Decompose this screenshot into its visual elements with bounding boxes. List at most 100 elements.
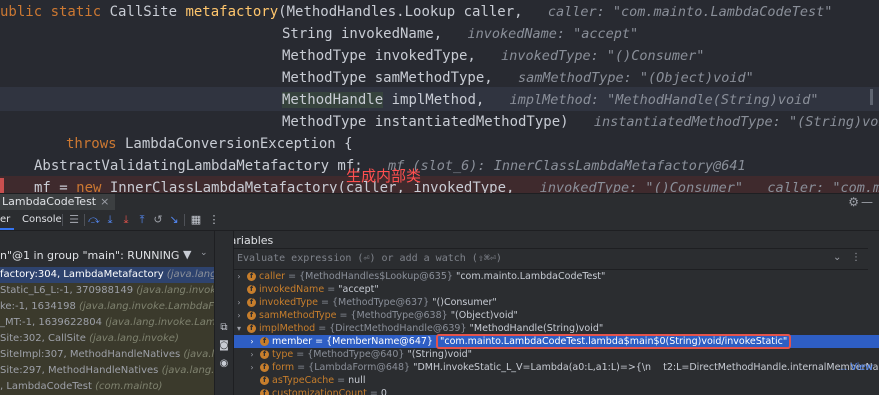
expand-right-icon[interactable]: › xyxy=(234,309,244,322)
variable-row[interactable]: › f samMethodType = {MethodType@638} "(Obj… xyxy=(234,309,879,322)
variable-text: samMethodType = {MethodType@638} "(Objec… xyxy=(259,309,518,322)
variable-text: asTypeCache = null xyxy=(272,374,365,387)
variable-type: = {LambdaForm@648} xyxy=(294,362,414,373)
close-icon[interactable]: × xyxy=(100,195,109,208)
variable-name: type xyxy=(272,349,294,360)
frames-panel: n"@1 in group "main": RUNNING ▼ ⌄ factor… xyxy=(0,231,215,395)
evaluate-expression-input[interactable]: › Evaluate expression (⏎) or add a watch… xyxy=(234,248,868,270)
stack-frame-row[interactable]: SiteImpl:307, MethodHandleNatives (java.… xyxy=(0,347,214,363)
stack-frame-row[interactable]: _MT:-1, 1639622804 (java.lang.invoke.Lam… xyxy=(0,315,214,331)
tab-console[interactable]: Console xyxy=(22,210,62,230)
variable-value: 0 xyxy=(380,388,387,395)
field-icon: f xyxy=(247,311,256,320)
force-step-into-icon[interactable]: ⤓ xyxy=(118,211,134,229)
frame-package: (java.lang.invoke.LambdaForm$ xyxy=(136,285,214,296)
tab-debugger[interactable]: er xyxy=(0,210,14,230)
frame-method: factory:304, LambdaMetafactory xyxy=(0,269,167,280)
inline-hint: implMethod: "MethodHandle(String)void" xyxy=(509,92,819,108)
variable-value: "com.mainto.LambdaCodeTest" xyxy=(455,271,606,282)
stack-frame-row[interactable]: Site:297, MethodHandleNatives (java.lang… xyxy=(0,363,214,379)
chevron-down-icon[interactable]: ⌄ xyxy=(200,248,208,258)
expand-right-icon[interactable]: › xyxy=(247,335,257,348)
inline-hint: mf (slot_6): InnerClassLambdaMetafactory… xyxy=(388,158,746,174)
error-marker xyxy=(0,178,4,193)
code-line-3: MethodType invokedType, invokedType: "()… xyxy=(282,45,704,67)
list-icon[interactable]: ☰ xyxy=(66,211,82,229)
variable-name: asTypeCache xyxy=(272,375,335,386)
eye-icon[interactable]: ◉ xyxy=(217,357,231,371)
field-icon: f xyxy=(247,298,256,307)
more-icon[interactable]: ⋮ xyxy=(206,211,222,229)
code-text: MethodType instantiatedMethodType) xyxy=(282,114,569,130)
stack-frame-row[interactable]: factory:304, LambdaMetafactory (java.lan… xyxy=(0,267,214,283)
variable-row[interactable]: › f form = {LambdaForm@648} "DMH.invokeSta… xyxy=(234,361,879,374)
expand-down-icon[interactable]: ▾ xyxy=(234,322,244,335)
stack-frame-row[interactable]: ke:-1, 1634198 (java.lang.invoke.LambdaF… xyxy=(0,299,214,315)
minimize-icon[interactable]: — xyxy=(861,194,873,210)
frame-package: (java.lang.invoke.LambdaForm xyxy=(105,317,214,328)
variable-text: type = {MethodType@640} "(String)void" xyxy=(272,348,472,361)
stack-frame-row[interactable]: , LambdaCodeTest (com.mainto) xyxy=(0,379,214,395)
variable-row[interactable]: › f type = {MethodType@640} "(String)void" xyxy=(234,348,879,361)
filter-icon[interactable]: ▼ xyxy=(183,248,191,261)
toolbar-divider xyxy=(62,214,63,226)
variables-title: Variables xyxy=(234,234,274,247)
expand-right-icon[interactable]: › xyxy=(234,270,244,283)
code-text: implMethod, xyxy=(383,92,485,108)
variable-text: invokedType = {MethodType@637} "()Consum… xyxy=(259,296,497,309)
expand-right-icon[interactable]: › xyxy=(247,361,257,374)
step-out-icon[interactable]: ⤒ xyxy=(134,211,150,229)
frame-package: (java.lang.invoke) xyxy=(166,269,214,280)
method-name: metafactory xyxy=(185,4,279,20)
gear-icon[interactable]: ⚙ xyxy=(848,194,859,210)
frame-method: , LambdaCodeTest xyxy=(0,381,96,392)
code-keywords: ublic static xyxy=(0,4,110,20)
run-to-cursor-icon[interactable]: ↘ xyxy=(166,211,182,229)
frame-package: (java.lang.invoke.LambdaForm$BMH xyxy=(79,301,214,312)
variable-type: = {MethodType@640} xyxy=(293,349,408,360)
toolbar-divider xyxy=(84,214,85,226)
code-editor[interactable]: ublic static CallSite metafactory(Method… xyxy=(0,0,879,193)
camera-icon[interactable]: ◙ xyxy=(217,339,231,353)
drop-frame-icon[interactable]: ↺ xyxy=(150,211,166,229)
expand-right-icon[interactable]: › xyxy=(234,296,244,309)
variable-row[interactable]: › f member = {MemberName@647} "com.mainto.… xyxy=(234,334,879,349)
variable-row[interactable]: › f caller = {MethodHandles$Lookup@635} "c… xyxy=(234,270,879,283)
frame-package: (com.mainto) xyxy=(95,381,163,392)
variable-text: member = {MemberName@647} "com.mainto.La… xyxy=(272,334,792,349)
variable-row[interactable]: f asTypeCache = null xyxy=(234,374,879,387)
frame-method: Static_L6_L:-1, 370988149 xyxy=(0,285,137,296)
code-text: mf = xyxy=(34,180,77,193)
inline-hint: invokedType: "()Consumer" caller: "com.m… xyxy=(539,180,879,193)
step-over-icon[interactable]: ⤼ xyxy=(86,211,102,229)
inline-hint: invokedType: "()Consumer" xyxy=(501,48,705,64)
code-line-7: throws LambdaConversionException { xyxy=(66,133,353,155)
thread-selector[interactable]: n"@1 in group "main": RUNNING xyxy=(0,247,214,265)
stack-frame-row[interactable]: Site:302, CallSite (java.lang.invoke) xyxy=(0,331,214,347)
variable-text: caller = {MethodHandles$Lookup@635} "com… xyxy=(259,270,605,283)
view-link[interactable]: ... View xyxy=(838,361,873,374)
variable-row[interactable]: f invokedName = "accept" xyxy=(234,283,879,296)
field-icon: f xyxy=(260,350,269,359)
variable-name: customizationCount xyxy=(272,388,367,395)
variable-text: form = {LambdaForm@648} "DMH.invokeStati… xyxy=(272,361,879,374)
step-into-icon[interactable]: ⤓ xyxy=(102,211,118,229)
more-icon[interactable]: ⋮ xyxy=(851,252,861,263)
evaluate-icon[interactable]: ▦ xyxy=(188,211,204,229)
frame-package: (java.lang.invo xyxy=(183,349,214,360)
variable-type: = {MemberName@647} xyxy=(312,336,436,347)
debug-tab-bar: LambdaCodeTest × ⚙ — xyxy=(0,193,879,212)
code-type: CallSite xyxy=(109,4,186,20)
stack-frame-row[interactable]: Static_L6_L:-1, 370988149 (java.lang.inv… xyxy=(0,283,214,299)
tab-label: LambdaCodeTest xyxy=(2,195,97,208)
code-line-2: String invokedName, invokedName: "accept… xyxy=(282,23,638,45)
copy-icon[interactable]: ⧉ xyxy=(217,321,231,335)
code-text: AbstractValidatingLambdaMetafactory mf; xyxy=(34,158,363,174)
variable-row[interactable]: › f invokedType = {MethodType@637} "()Cons… xyxy=(234,296,879,309)
variable-value: "()Consumer" xyxy=(432,297,497,308)
code-text: LambdaConversionException { xyxy=(116,136,353,152)
highlighted-word: MethodHandle xyxy=(282,92,384,108)
dropdown-icon[interactable]: ⌄ xyxy=(833,252,841,263)
expand-right-icon[interactable]: › xyxy=(247,348,257,361)
variable-row[interactable]: f customizationCount = 0 xyxy=(234,387,879,395)
